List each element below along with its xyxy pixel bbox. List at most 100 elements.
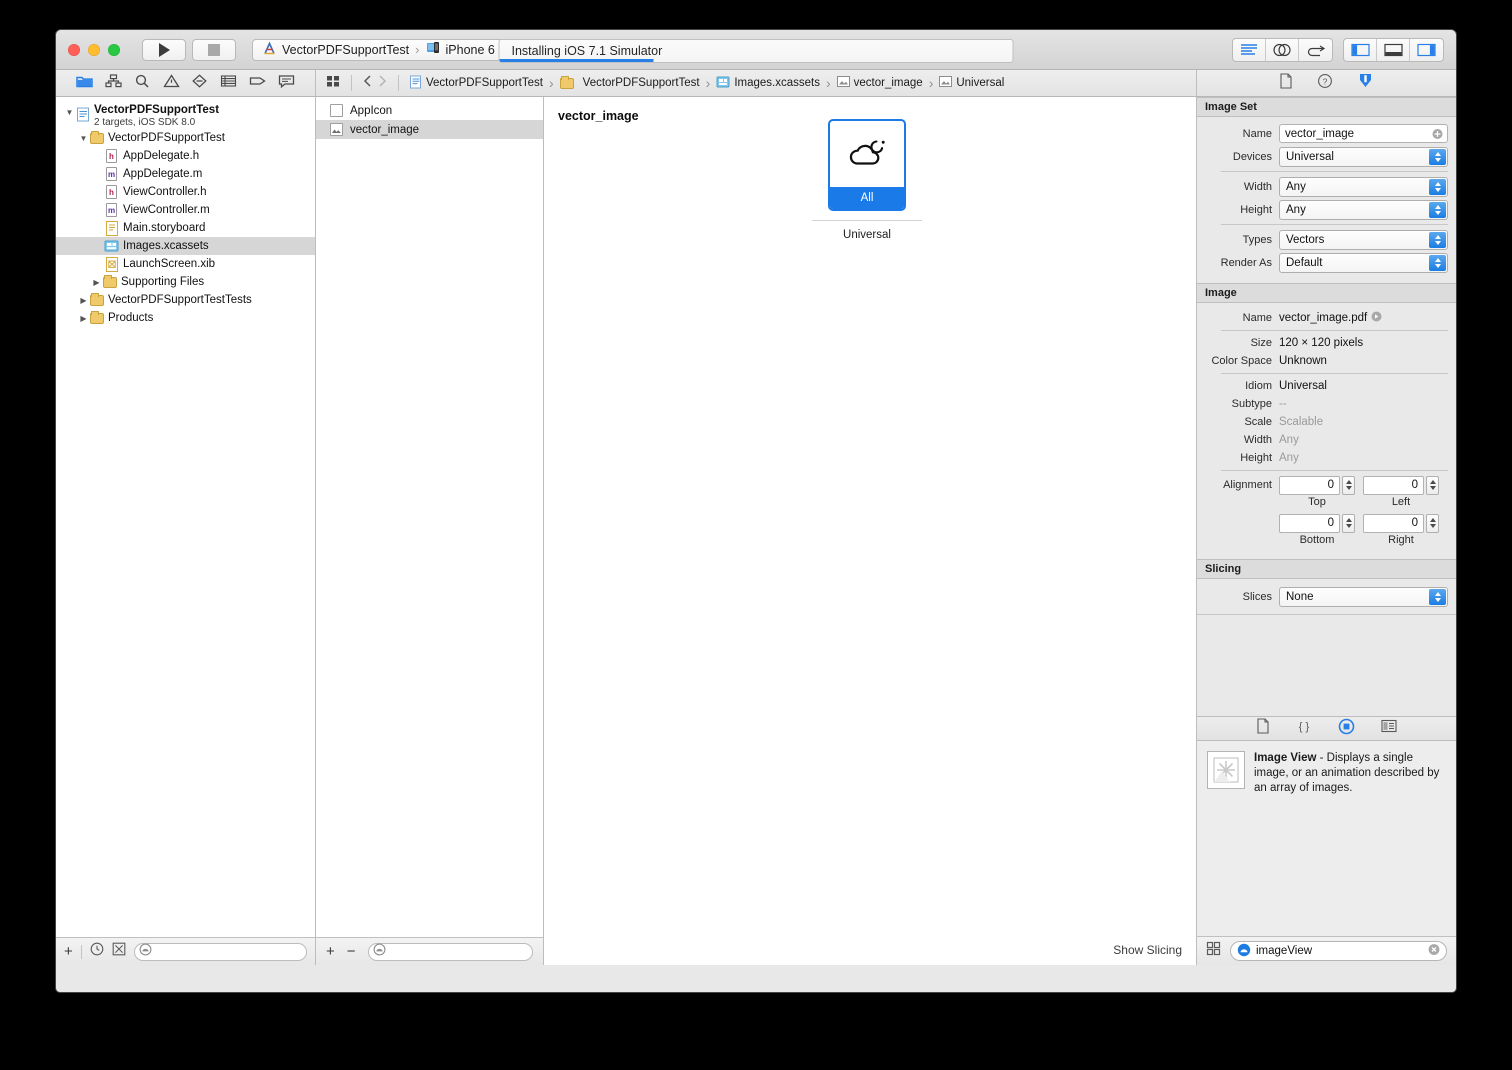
breadcrumb-item-imageset[interactable]: vector_image — [836, 75, 923, 91]
file-template-library-tab[interactable] — [1256, 718, 1270, 739]
disclosure-triangle[interactable] — [78, 134, 89, 143]
tree-row-file[interactable]: Main.storyboard — [56, 219, 315, 237]
reveal-icon[interactable] — [1371, 311, 1382, 325]
tree-row-file[interactable]: LaunchScreen.xib — [56, 255, 315, 273]
add-asset-button[interactable]: + — [326, 944, 335, 959]
library-search-field[interactable]: imageView — [1230, 941, 1447, 962]
stepper-buttons[interactable] — [1342, 475, 1355, 495]
utilities-inspector: Image Set Name vector_image Devices Univ… — [1197, 97, 1456, 965]
value-text: Any — [1279, 452, 1299, 464]
disclosure-triangle[interactable] — [91, 278, 102, 287]
forward-button[interactable] — [377, 74, 388, 93]
tree-row-file[interactable]: h AppDelegate.h — [56, 147, 315, 165]
issue-navigator-tab[interactable] — [162, 73, 180, 93]
tree-row-group[interactable]: VectorPDFSupportTestTests — [56, 291, 315, 309]
alignment-left-input[interactable]: 0 — [1363, 475, 1424, 495]
chevron-updown-icon — [1429, 254, 1446, 271]
breadcrumb-item-group[interactable]: VectorPDFSupportTest — [560, 75, 700, 91]
related-files-icon[interactable] — [326, 74, 341, 93]
library-item-image-view[interactable]: Image View - Displays a single image, or… — [1197, 741, 1456, 797]
back-button[interactable] — [362, 74, 373, 93]
types-popup[interactable]: Vectors — [1279, 229, 1448, 250]
tree-row-group[interactable]: Supporting Files — [56, 273, 315, 291]
disclosure-triangle[interactable] — [78, 314, 89, 323]
stop-button[interactable] — [192, 38, 236, 61]
tree-row-xcassets[interactable]: Images.xcassets — [56, 237, 315, 255]
slices-popup[interactable]: None — [1279, 586, 1448, 607]
remove-asset-button[interactable]: − — [347, 944, 356, 959]
assistant-editor-button[interactable] — [1266, 38, 1299, 61]
scheme-selector[interactable]: VectorPDFSupportTest › iPhone 6 Plus — [252, 38, 533, 61]
disclosure-triangle[interactable] — [78, 296, 89, 305]
run-button[interactable] — [142, 38, 186, 61]
stepper-buttons[interactable] — [1426, 475, 1439, 495]
clock-icon[interactable] — [90, 942, 104, 961]
asset-editor: vector_image All Universal Show Slicing — [544, 97, 1197, 965]
tree-row-file[interactable]: h ViewController.h — [56, 183, 315, 201]
tree-row-label: ViewController.h — [123, 186, 207, 198]
breakpoint-navigator-tab[interactable] — [249, 74, 266, 93]
clear-icon[interactable] — [1428, 944, 1440, 959]
alignment-top-stepper[interactable]: 0 — [1279, 475, 1355, 495]
library-item-list[interactable] — [1197, 796, 1456, 937]
breadcrumb-item-project[interactable]: VectorPDFSupportTest — [409, 75, 543, 92]
toggle-debug-area-button[interactable] — [1377, 38, 1410, 61]
alignment-bottom-stepper[interactable]: 0 — [1279, 513, 1355, 533]
disclosure-triangle[interactable] — [64, 108, 75, 117]
add-button[interactable]: + — [64, 944, 73, 959]
field-label: Height — [1240, 203, 1272, 216]
breadcrumb-item-xcassets[interactable]: Images.xcassets — [716, 75, 820, 92]
code-snippet-library-tab[interactable]: { } — [1296, 718, 1312, 739]
field-label: Scale — [1244, 416, 1272, 428]
navigator-filter-field[interactable] — [133, 942, 307, 961]
asset-row-appicon[interactable]: AppIcon — [316, 101, 543, 120]
report-navigator-tab[interactable] — [278, 74, 295, 93]
test-navigator-tab[interactable] — [191, 73, 208, 93]
devices-popup[interactable]: Universal — [1279, 146, 1448, 167]
height-popup[interactable]: Any — [1279, 199, 1448, 220]
image-set-name-input[interactable]: vector_image — [1279, 124, 1448, 143]
asset-row-vector-image[interactable]: vector_image — [316, 120, 543, 139]
tree-row-group[interactable]: VectorPDFSupportTest — [56, 129, 315, 147]
object-library-tab[interactable] — [1338, 718, 1355, 740]
minimize-button[interactable] — [88, 43, 100, 56]
version-editor-button[interactable] — [1299, 39, 1332, 61]
clear-icon[interactable] — [1432, 128, 1443, 139]
tree-row-file[interactable]: m AppDelegate.m — [56, 165, 315, 183]
attributes-inspector-tab[interactable] — [1357, 72, 1374, 94]
maximize-button[interactable] — [108, 43, 120, 56]
grid-icon[interactable] — [1206, 941, 1221, 961]
toggle-utilities-button[interactable] — [1410, 39, 1443, 61]
stepper-buttons[interactable] — [1426, 513, 1439, 533]
alignment-bottom-input[interactable]: 0 — [1279, 513, 1340, 533]
file-inspector-tab[interactable] — [1279, 72, 1293, 94]
tree-row-group[interactable]: Products — [56, 309, 315, 327]
alignment-right-input[interactable]: 0 — [1363, 513, 1424, 533]
asset-variant-tile[interactable]: All — [828, 119, 906, 211]
filter-icon[interactable] — [112, 942, 126, 961]
tree-row-project[interactable]: VectorPDFSupportTest 2 targets, iOS SDK … — [56, 103, 315, 129]
close-button[interactable] — [68, 43, 80, 56]
debug-navigator-tab[interactable] — [220, 74, 237, 93]
render-as-popup[interactable]: Default — [1279, 252, 1448, 273]
project-navigator-tab[interactable] — [76, 74, 93, 93]
toggle-navigator-button[interactable] — [1344, 38, 1377, 61]
progress-bar — [499, 59, 654, 62]
breadcrumb-item-universal[interactable]: Universal — [939, 75, 1004, 91]
alignment-left-stepper[interactable]: 0 — [1363, 475, 1439, 495]
asset-filter-field[interactable] — [367, 942, 533, 961]
tree-row-file[interactable]: m ViewController.m — [56, 201, 315, 219]
stepper-buttons[interactable] — [1342, 513, 1355, 533]
circle-target-icon — [1338, 718, 1355, 734]
chevron-updown-icon — [1429, 148, 1446, 165]
breakpoint-tag-icon — [250, 76, 266, 85]
media-library-tab[interactable] — [1381, 719, 1397, 738]
alignment-top-input[interactable]: 0 — [1279, 475, 1340, 495]
symbol-navigator-tab[interactable] — [105, 73, 122, 93]
alignment-right-stepper[interactable]: 0 — [1363, 513, 1439, 533]
standard-editor-button[interactable] — [1233, 38, 1266, 61]
width-popup[interactable]: Any — [1279, 176, 1448, 197]
quick-help-inspector-tab[interactable]: ? — [1317, 73, 1333, 94]
find-navigator-tab[interactable] — [134, 74, 151, 93]
show-slicing-button[interactable]: Show Slicing — [1113, 943, 1182, 957]
